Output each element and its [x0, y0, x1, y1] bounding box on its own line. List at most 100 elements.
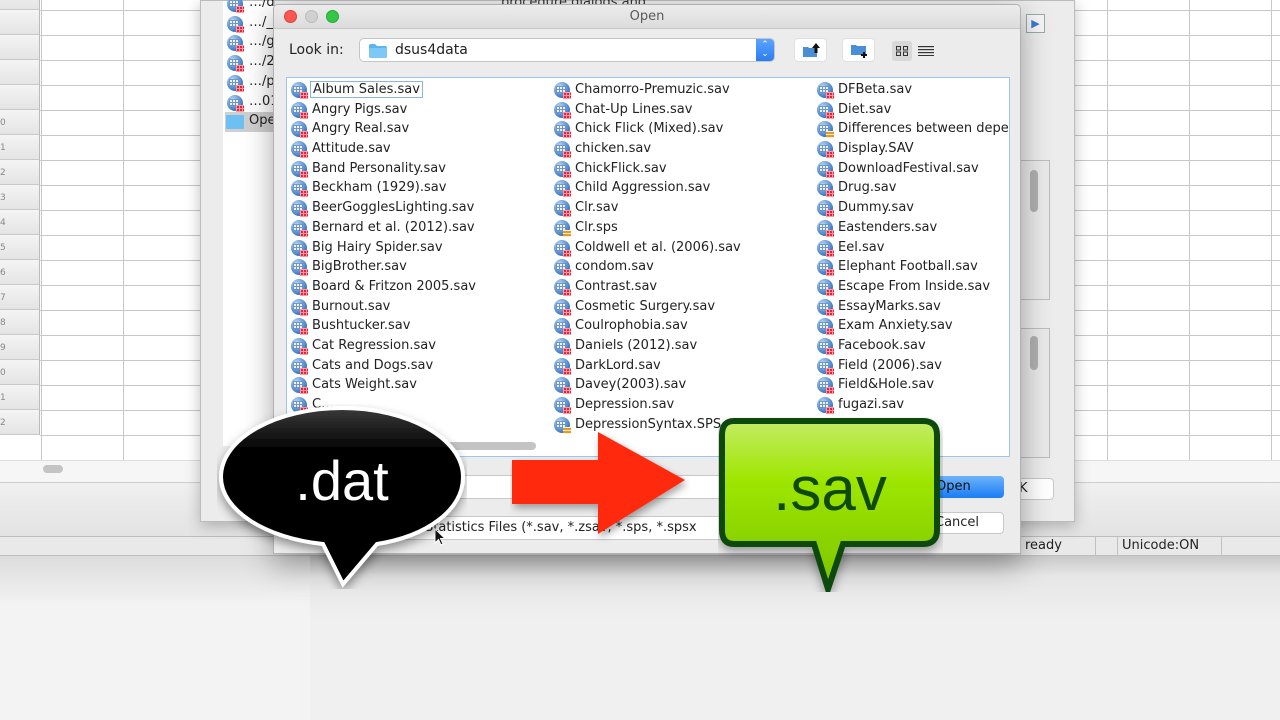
file-item[interactable]: Cat Regression.sav	[289, 337, 551, 357]
file-item[interactable]: Exam Anxiety.sav	[815, 317, 1009, 337]
file-name: Eastenders.sav	[838, 219, 938, 235]
row-header[interactable]: 4	[0, 210, 40, 235]
file-item[interactable]: Cats Weight.sav	[289, 376, 551, 396]
row-header[interactable]: 8	[0, 310, 40, 335]
file-item[interactable]: Contrast.sav	[552, 278, 814, 298]
file-item[interactable]: Coldwell et al. (2006).sav	[552, 239, 814, 259]
file-item[interactable]: BeerGogglesLighting.sav	[289, 199, 551, 219]
file-item[interactable]: Davey(2003).sav	[552, 376, 814, 396]
spss-syntax-file-icon	[554, 219, 571, 237]
file-item[interactable]: chicken.sav	[552, 140, 814, 160]
spss-data-file-icon	[554, 160, 571, 178]
file-item[interactable]: Big Hairy Spider.sav	[289, 239, 551, 259]
spss-data-file-icon	[291, 377, 308, 395]
list-view-button[interactable]	[916, 41, 936, 61]
file-list[interactable]: Album Sales.sav Angry Pigs.sav Angry Real.…	[286, 77, 1010, 457]
file-item[interactable]: EssayMarks.sav	[815, 298, 1009, 318]
recent-file-item[interactable]: …01	[225, 93, 275, 113]
row-header[interactable]: 6	[0, 260, 40, 285]
file-item[interactable]: Elephant Football.sav	[815, 258, 1009, 278]
recent-file-item[interactable]: …/_	[225, 14, 275, 34]
row-header[interactable]	[0, 10, 40, 35]
file-item[interactable]: Differences between deper	[815, 120, 1009, 140]
panel-scrollbar-thumb[interactable]	[1030, 170, 1038, 212]
file-item[interactable]: Display.SAV	[815, 140, 1009, 160]
file-item[interactable]: Attitude.sav	[289, 140, 551, 160]
row-header[interactable]	[0, 60, 40, 85]
file-item[interactable]: condom.sav	[552, 258, 814, 278]
file-item[interactable]: Escape From Inside.sav	[815, 278, 1009, 298]
recent-file-item[interactable]: …/dsus4data/psychology.sav	[225, 0, 275, 14]
file-name: Album Sales.sav	[310, 81, 423, 98]
file-item[interactable]: DFBeta.sav	[815, 81, 1009, 101]
file-item[interactable]: Bushtucker.sav	[289, 317, 551, 337]
file-item[interactable]: Beckham (1929).sav	[289, 179, 551, 199]
file-item[interactable]: Drug.sav	[815, 179, 1009, 199]
title-bar[interactable]: Open	[274, 5, 1020, 29]
row-header[interactable]: 2	[0, 160, 40, 185]
recent-file-item[interactable]: …/p	[225, 73, 275, 93]
file-name: Davey(2003).sav	[575, 377, 687, 393]
recent-file-item[interactable]: …/g	[225, 33, 275, 53]
file-item[interactable]: Child Aggression.sav	[552, 179, 814, 199]
recent-file-label: …01	[249, 93, 275, 109]
file-item[interactable]: Cats and Dogs.sav	[289, 357, 551, 377]
row-header[interactable]: 5	[0, 235, 40, 260]
row-header[interactable]: 1	[0, 135, 40, 160]
file-item[interactable]: BigBrother.sav	[289, 258, 551, 278]
row-header[interactable]	[0, 85, 40, 110]
file-item[interactable]: Facebook.sav	[815, 337, 1009, 357]
file-item[interactable]: Cosmetic Surgery.sav	[552, 298, 814, 318]
spss-data-file-icon	[817, 200, 834, 218]
up-folder-button[interactable]	[794, 38, 827, 62]
icon-view-button[interactable]	[892, 41, 912, 61]
file-item[interactable]: fugazi.sav	[815, 396, 1009, 416]
play-button[interactable]: ▶	[1026, 14, 1045, 33]
file-item[interactable]: Chat-Up Lines.sav	[552, 101, 814, 121]
file-item[interactable]: Field&Hole.sav	[815, 376, 1009, 396]
file-item[interactable]: Angry Pigs.sav	[289, 101, 551, 121]
file-item[interactable]: Chamorro-Premuzic.sav	[552, 81, 814, 101]
row-header[interactable]: 3	[0, 185, 40, 210]
row-header[interactable]: 9	[0, 335, 40, 360]
file-item[interactable]: Chick Flick (Mixed).sav	[552, 120, 814, 140]
row-header[interactable]	[0, 0, 40, 10]
file-item[interactable]: Coulrophobia.sav	[552, 317, 814, 337]
file-item[interactable]: Dummy.sav	[815, 199, 1009, 219]
row-header[interactable]: 1	[0, 385, 40, 410]
file-item[interactable]: Bernard et al. (2012).sav	[289, 219, 551, 239]
file-name: Bushtucker.sav	[312, 318, 411, 334]
file-item[interactable]: Board & Fritzon 2005.sav	[289, 278, 551, 298]
file-item[interactable]: Clr.sav	[552, 199, 814, 219]
recent-file-label: …/g	[249, 34, 275, 50]
file-item[interactable]: Band Personality.sav	[289, 160, 551, 180]
recent-file-item[interactable]: …/2	[225, 53, 275, 73]
new-folder-button[interactable]	[842, 38, 875, 62]
scrollbar-thumb[interactable]	[43, 465, 63, 473]
row-header[interactable]: 7	[0, 285, 40, 310]
file-item[interactable]: Depression.sav	[552, 396, 814, 416]
row-header[interactable]	[0, 35, 40, 60]
file-item[interactable]: Field (2006).sav	[815, 357, 1009, 377]
recent-file-item[interactable]: Ope	[225, 112, 275, 133]
file-item[interactable]: Album Sales.sav	[289, 81, 551, 101]
file-item[interactable]: Burnout.sav	[289, 298, 551, 318]
row-header[interactable]: 2	[0, 410, 40, 435]
spss-data-file-icon	[291, 337, 308, 355]
spss-data-file-icon	[817, 318, 834, 336]
file-item[interactable]: DownloadFestival.sav	[815, 160, 1009, 180]
file-item[interactable]: ChickFlick.sav	[552, 160, 814, 180]
file-item[interactable]: DarkLord.sav	[552, 357, 814, 377]
file-item[interactable]: Eastenders.sav	[815, 219, 1009, 239]
file-item[interactable]: Diet.sav	[815, 101, 1009, 121]
row-header[interactable]: 0	[0, 360, 40, 385]
file-item[interactable]: Eel.sav	[815, 239, 1009, 259]
file-item[interactable]: Angry Real.sav	[289, 120, 551, 140]
look-in-select[interactable]: dsus4data ⌃ ⌄	[359, 38, 775, 62]
file-item[interactable]: Daniels (2012).sav	[552, 337, 814, 357]
panel-scrollbar-thumb[interactable]	[1030, 336, 1038, 370]
select-stepper-icon[interactable]: ⌃ ⌄	[756, 39, 774, 61]
spss-data-file-icon	[291, 278, 308, 296]
file-item[interactable]: Clr.sps	[552, 219, 814, 239]
row-header[interactable]: 0	[0, 110, 40, 135]
